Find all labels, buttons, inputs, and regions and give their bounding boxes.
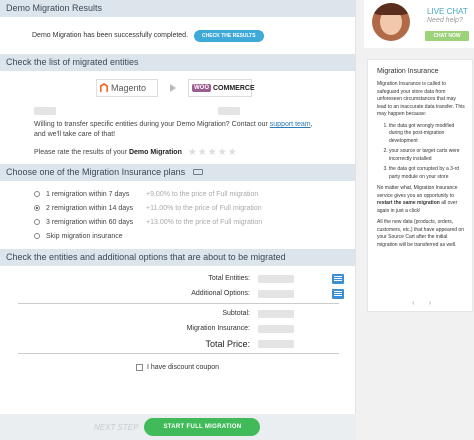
insurance-card-title: Migration Insurance: [377, 68, 439, 75]
paragraph-text: No matter what, Migration Insurance serv…: [377, 185, 458, 199]
insurance-card-paragraph: Migration Insurance is called to safegua…: [377, 81, 465, 117]
support-team-link[interactable]: support team: [270, 121, 311, 128]
subtotal-row: Subtotal:: [0, 306, 355, 321]
live-chat-title: LIVE CHAT: [427, 7, 468, 16]
list-item: the data got wrongly modified during the…: [389, 123, 466, 146]
plan-radio[interactable]: [34, 233, 40, 239]
paragraph-bold: restart the same migration: [377, 200, 440, 206]
redacted-value: [258, 274, 294, 283]
entities-section-header: Check the list of migrated entities: [0, 54, 355, 71]
redacted-value: [258, 309, 294, 318]
rate-prefix: Please rate the results of your: [34, 148, 127, 156]
insurance-info-card: Migration Insurance Migration Insurance …: [367, 59, 473, 312]
plan-option-2[interactable]: 2 remigration within 14 days +11.00% to …: [34, 201, 355, 215]
plan-price: +11.00% to the price of Full migration: [146, 204, 262, 212]
list-item: your source or target carts were incorre…: [389, 148, 466, 163]
results-section-header: Demo Migration Results: [0, 0, 355, 17]
additional-options-label: Additional Options:: [191, 290, 250, 297]
check-results-button[interactable]: CHECK THE RESULTS: [194, 29, 264, 42]
rating-stars[interactable]: ★★★★★: [188, 147, 238, 158]
chevron-right-icon[interactable]: ›: [429, 298, 432, 307]
transfer-text: Willing to transfer specific entities du…: [34, 121, 268, 128]
coupon-row: I have discount coupon: [0, 356, 355, 378]
options-summary: Total Entities: Additional Options: Subt…: [0, 266, 355, 378]
plan-price: +13.00% to the price of Full migration: [146, 218, 263, 226]
woocommerce-logo: WOO COMMERCE: [188, 79, 255, 97]
entities-section-title: Check the list of migrated entities: [6, 57, 139, 67]
subtotal-label: Subtotal:: [222, 310, 250, 317]
plan-option-skip[interactable]: Skip migration insurance: [34, 229, 355, 243]
insurance-card-paragraph: No matter what, Migration Insurance serv…: [377, 185, 466, 215]
insurance-reasons-list: the data got wrongly modified during the…: [377, 123, 466, 182]
support-avatar: [372, 3, 410, 41]
results-section-title: Demo Migration Results: [6, 3, 103, 13]
divider: [18, 353, 339, 354]
redacted-value: [258, 339, 294, 348]
woo-logo-text: COMMERCE: [213, 84, 255, 92]
results-message: Demo Migration has been successfully com…: [32, 32, 189, 39]
chat-now-button[interactable]: CHAT NOW: [425, 31, 469, 41]
plan-radio-selected[interactable]: [34, 205, 40, 211]
total-price-label: Total Price:: [205, 338, 250, 349]
plan-radio[interactable]: [34, 219, 40, 225]
insurance-section-header: Choose one of the Migration Insurance pl…: [0, 164, 355, 181]
woo-logo-badge: WOO: [192, 84, 211, 92]
options-section-header: Check the entities and additional option…: [0, 249, 355, 266]
live-chat-widget: LIVE CHAT Need help? CHAT NOW: [364, 0, 474, 48]
need-help-text: Need help?: [427, 17, 463, 24]
next-step-label: NEXT STEP: [94, 422, 139, 432]
total-price-row: Total Price:: [0, 336, 355, 351]
plan-radio[interactable]: [34, 191, 40, 197]
rate-bold: Demo Migration: [128, 148, 182, 156]
coupon-checkbox[interactable]: [136, 363, 143, 371]
transfer-info-text: Willing to transfer specific entities du…: [0, 117, 320, 140]
total-entities-row: Total Entities:: [0, 271, 355, 286]
arrow-right-icon: [170, 84, 176, 92]
redacted-value: [258, 289, 294, 298]
magento-logo: Magento: [96, 79, 158, 97]
plan-price: +9.00% to the price of Full migration: [146, 190, 259, 198]
insurance-card-paragraph: All the new data (products, orders, cust…: [377, 219, 464, 248]
redacted-value: [218, 107, 240, 115]
video-icon[interactable]: [192, 169, 203, 175]
migration-insurance-label: Migration Insurance:: [186, 325, 250, 332]
list-icon[interactable]: [332, 288, 344, 299]
migration-insurance-row: Migration Insurance:: [0, 321, 355, 336]
plan-label: 2 remigration within 14 days: [46, 204, 134, 212]
options-section-title: Check the entities and additional option…: [6, 252, 286, 262]
rating-row: Please rate the results of your Demo Mig…: [0, 140, 355, 164]
plan-label: Skip migration insurance: [46, 232, 123, 240]
plan-label: 3 remigration within 60 days: [46, 218, 134, 226]
cart-logos-row: Magento WOO COMMERCE: [0, 71, 355, 105]
magento-icon: [100, 83, 108, 93]
redacted-value: [258, 324, 294, 333]
insurance-plans: 1 remigration within 7 days +9.00% to th…: [0, 181, 355, 243]
redacted-entities-row: [0, 105, 355, 117]
insurance-section-title: Choose one of the Migration Insurance pl…: [6, 167, 186, 177]
magento-logo-text: Magento: [111, 83, 147, 93]
plan-label: 1 remigration within 7 days: [46, 190, 130, 198]
coupon-label[interactable]: I have discount coupon: [147, 364, 219, 371]
insurance-section-title-wrap: Choose one of the Migration Insurance pl…: [6, 164, 203, 181]
plan-option-3[interactable]: 3 remigration within 60 days +13.00% to …: [34, 215, 355, 229]
list-item: the data got corrupted by a 3-rd party m…: [389, 166, 466, 181]
divider: [18, 303, 339, 304]
card-navigation: ‹ ›: [412, 298, 431, 307]
plan-option-1[interactable]: 1 remigration within 7 days +9.00% to th…: [34, 187, 355, 201]
migration-results-panel: Demo Migration Results Demo Migration ha…: [0, 0, 356, 440]
list-icon[interactable]: [332, 273, 344, 284]
footer-bar: NEXT STEP START FULL MIGRATION: [0, 414, 356, 440]
results-row: Demo Migration has been successfully com…: [0, 17, 355, 54]
start-full-migration-button[interactable]: START FULL MIGRATION: [144, 418, 261, 436]
chevron-left-icon[interactable]: ‹: [412, 298, 415, 307]
redacted-value: [34, 107, 56, 115]
total-entities-label: Total Entities:: [208, 275, 250, 282]
side-panel: LIVE CHAT Need help? CHAT NOW Migration …: [364, 0, 474, 440]
additional-options-row: Additional Options:: [0, 286, 355, 301]
